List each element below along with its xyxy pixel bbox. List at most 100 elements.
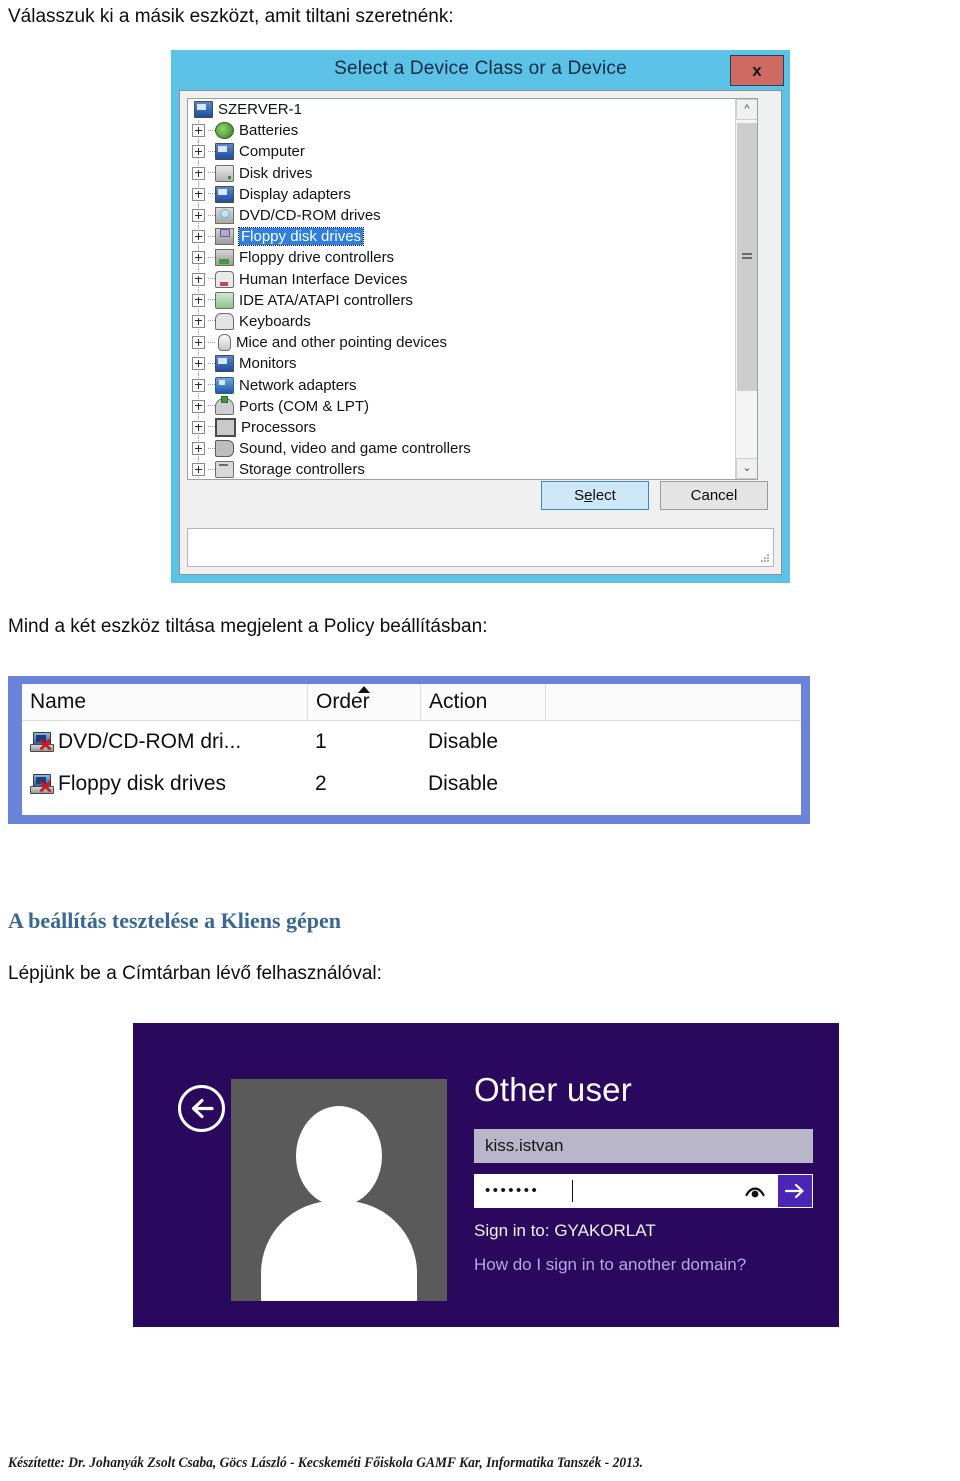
avatar-body-shape (261, 1201, 417, 1301)
cell-name: ✕ Floppy disk drives (22, 772, 307, 796)
reveal-password-icon[interactable] (745, 1183, 765, 1199)
tree-connector-dash (208, 320, 215, 322)
tree-item-computer[interactable]: Computer (188, 141, 736, 163)
resize-grip-icon[interactable] (760, 553, 770, 563)
expand-plus-icon[interactable] (192, 230, 205, 244)
policy-table-body: ✕ DVD/CD-ROM dri... 1 Disable ✕ Floppy disk d… (22, 721, 801, 805)
tree-item-label: Mice and other pointing devices (236, 334, 447, 352)
expand-plus-icon[interactable] (192, 166, 205, 180)
intro-text: Válasszuk ki a másik eszközt, amit tilta… (8, 6, 454, 27)
password-input[interactable]: ••••••• (474, 1174, 813, 1208)
other-user-title: Other user (474, 1071, 632, 1108)
tree-item-processors[interactable]: Processors (188, 416, 736, 438)
cell-action: Disable (428, 730, 499, 753)
expand-plus-icon[interactable] (192, 187, 205, 201)
cancel-button[interactable]: Cancel (660, 481, 768, 510)
expand-plus-icon[interactable] (192, 357, 205, 371)
close-icon[interactable]: x (730, 55, 784, 86)
tree-item-floppy-drive-controllers[interactable]: Floppy drive controllers (188, 247, 736, 269)
tree-item-label: DVD/CD-ROM drives (239, 207, 381, 225)
tree-item-ide-ata-atapi-controllers[interactable]: IDE ATA/ATAPI controllers (188, 289, 736, 311)
expand-plus-icon[interactable] (192, 145, 205, 159)
select-device-dialog: Select a Device Class or a Device x SZER… (171, 50, 790, 583)
another-domain-link[interactable]: How do I sign in to another domain? (474, 1255, 746, 1275)
table-row[interactable]: ✕ Floppy disk drives 2 Disable (22, 763, 801, 805)
sound-icon (215, 440, 234, 458)
scrollbar-thumb[interactable] (737, 123, 757, 391)
tree-item-mice-and-other-pointing-devices[interactable]: Mice and other pointing devices (188, 332, 736, 354)
select-button[interactable]: Select (541, 481, 649, 510)
expand-plus-icon[interactable] (192, 336, 205, 350)
expand-plus-icon[interactable] (192, 272, 205, 286)
tree-item-sound-video-and-game-controllers[interactable]: Sound, video and game controllers (188, 438, 736, 460)
network-icon (215, 376, 234, 394)
tree-item-network-adapters[interactable]: Network adapters (188, 374, 736, 396)
tree-connector-dash (208, 341, 215, 344)
tree-connector-dash (208, 172, 215, 174)
table-row[interactable]: ✕ DVD/CD-ROM dri... 1 Disable (22, 721, 801, 763)
ide-icon (215, 291, 234, 309)
device-tree-list[interactable]: SZERVER-1 Batteries Computer Disk drives Di… (188, 99, 736, 479)
tree-root-item[interactable]: SZERVER-1 (188, 99, 736, 120)
scroll-up-icon[interactable]: ^ (736, 99, 757, 120)
tree-item-human-interface-devices[interactable]: Human Interface Devices (188, 268, 736, 290)
tree-connector-dash (208, 468, 215, 471)
tree-item-label: Network adapters (239, 376, 357, 394)
column-header-order[interactable]: Order (307, 684, 420, 720)
tree-connector-dash (208, 405, 215, 407)
tree-connector-dash (208, 362, 215, 365)
tree-item-label: Display adapters (239, 185, 351, 203)
display-icon (215, 185, 234, 203)
tree-item-floppy-disk-drives[interactable]: Floppy disk drives (188, 226, 736, 248)
footer-credit: Készítette: Dr. Johanyák Zsolt Csaba, Gö… (8, 1455, 643, 1471)
column-header-spacer (545, 684, 801, 720)
tree-connector-dash (208, 193, 215, 195)
tree-item-ports-com-lpt[interactable]: Ports (COM & LPT) (188, 395, 736, 417)
tree-item-keyboards[interactable]: Keyboards (188, 310, 736, 333)
sort-ascending-icon (358, 686, 370, 693)
username-value: kiss.istvan (485, 1136, 564, 1155)
tree-item-disk-drives[interactable]: Disk drives (188, 162, 736, 184)
tree-item-display-adapters[interactable]: Display adapters (188, 183, 736, 205)
dvd-icon (215, 207, 234, 225)
tree-item-label: Storage controllers (239, 461, 365, 479)
expand-plus-icon[interactable] (192, 251, 205, 265)
expand-plus-icon[interactable] (192, 420, 205, 434)
submit-button[interactable] (778, 1175, 812, 1207)
tree-item-batteries[interactable]: Batteries (188, 120, 736, 142)
expand-plus-icon[interactable] (192, 378, 205, 392)
cpu-icon (215, 417, 236, 437)
text-caret (572, 1180, 573, 1202)
expand-plus-icon[interactable] (192, 293, 205, 307)
expand-plus-icon[interactable] (192, 399, 205, 413)
floppy-icon (215, 228, 234, 246)
tree-connector-dash (208, 447, 215, 450)
tree-children: Batteries Computer Disk drives Display adap… (188, 120, 736, 479)
column-header-name[interactable]: Name (22, 684, 307, 720)
tree-connector-dash (208, 426, 215, 428)
tree-item-label: Sound, video and game controllers (239, 440, 471, 458)
expand-plus-icon[interactable] (192, 442, 205, 456)
expand-plus-icon[interactable] (192, 124, 205, 138)
password-value: ••••••• (485, 1182, 540, 1199)
table-header-row: Name Order Action (22, 684, 801, 721)
monitor-icon (215, 143, 234, 161)
expand-plus-icon[interactable] (192, 463, 205, 477)
tree-item-dvd-cd-rom-drives[interactable]: DVD/CD-ROM drives (188, 204, 736, 227)
column-header-action[interactable]: Action (420, 684, 545, 720)
scroll-down-icon[interactable]: ⌄ (736, 458, 757, 479)
tree-item-storage-controllers[interactable]: Storage controllers (188, 459, 736, 479)
dialog-status-bar (187, 528, 774, 567)
tree-item-monitors[interactable]: Monitors (188, 353, 736, 375)
fdc-icon (215, 249, 234, 267)
back-arrow-icon[interactable] (178, 1085, 225, 1132)
tree-connector-dash (208, 384, 215, 386)
tree-connector-dash (208, 299, 215, 301)
keyboard-icon (215, 312, 234, 330)
dialog-button-row: Select Cancel (541, 481, 768, 510)
tree-scrollbar[interactable]: ^ ⌄ (735, 99, 757, 479)
username-input[interactable]: kiss.istvan (474, 1129, 813, 1163)
device-tree-panel: SZERVER-1 Batteries Computer Disk drives Di… (187, 98, 758, 480)
expand-plus-icon[interactable] (192, 314, 205, 328)
expand-plus-icon[interactable] (192, 209, 205, 223)
